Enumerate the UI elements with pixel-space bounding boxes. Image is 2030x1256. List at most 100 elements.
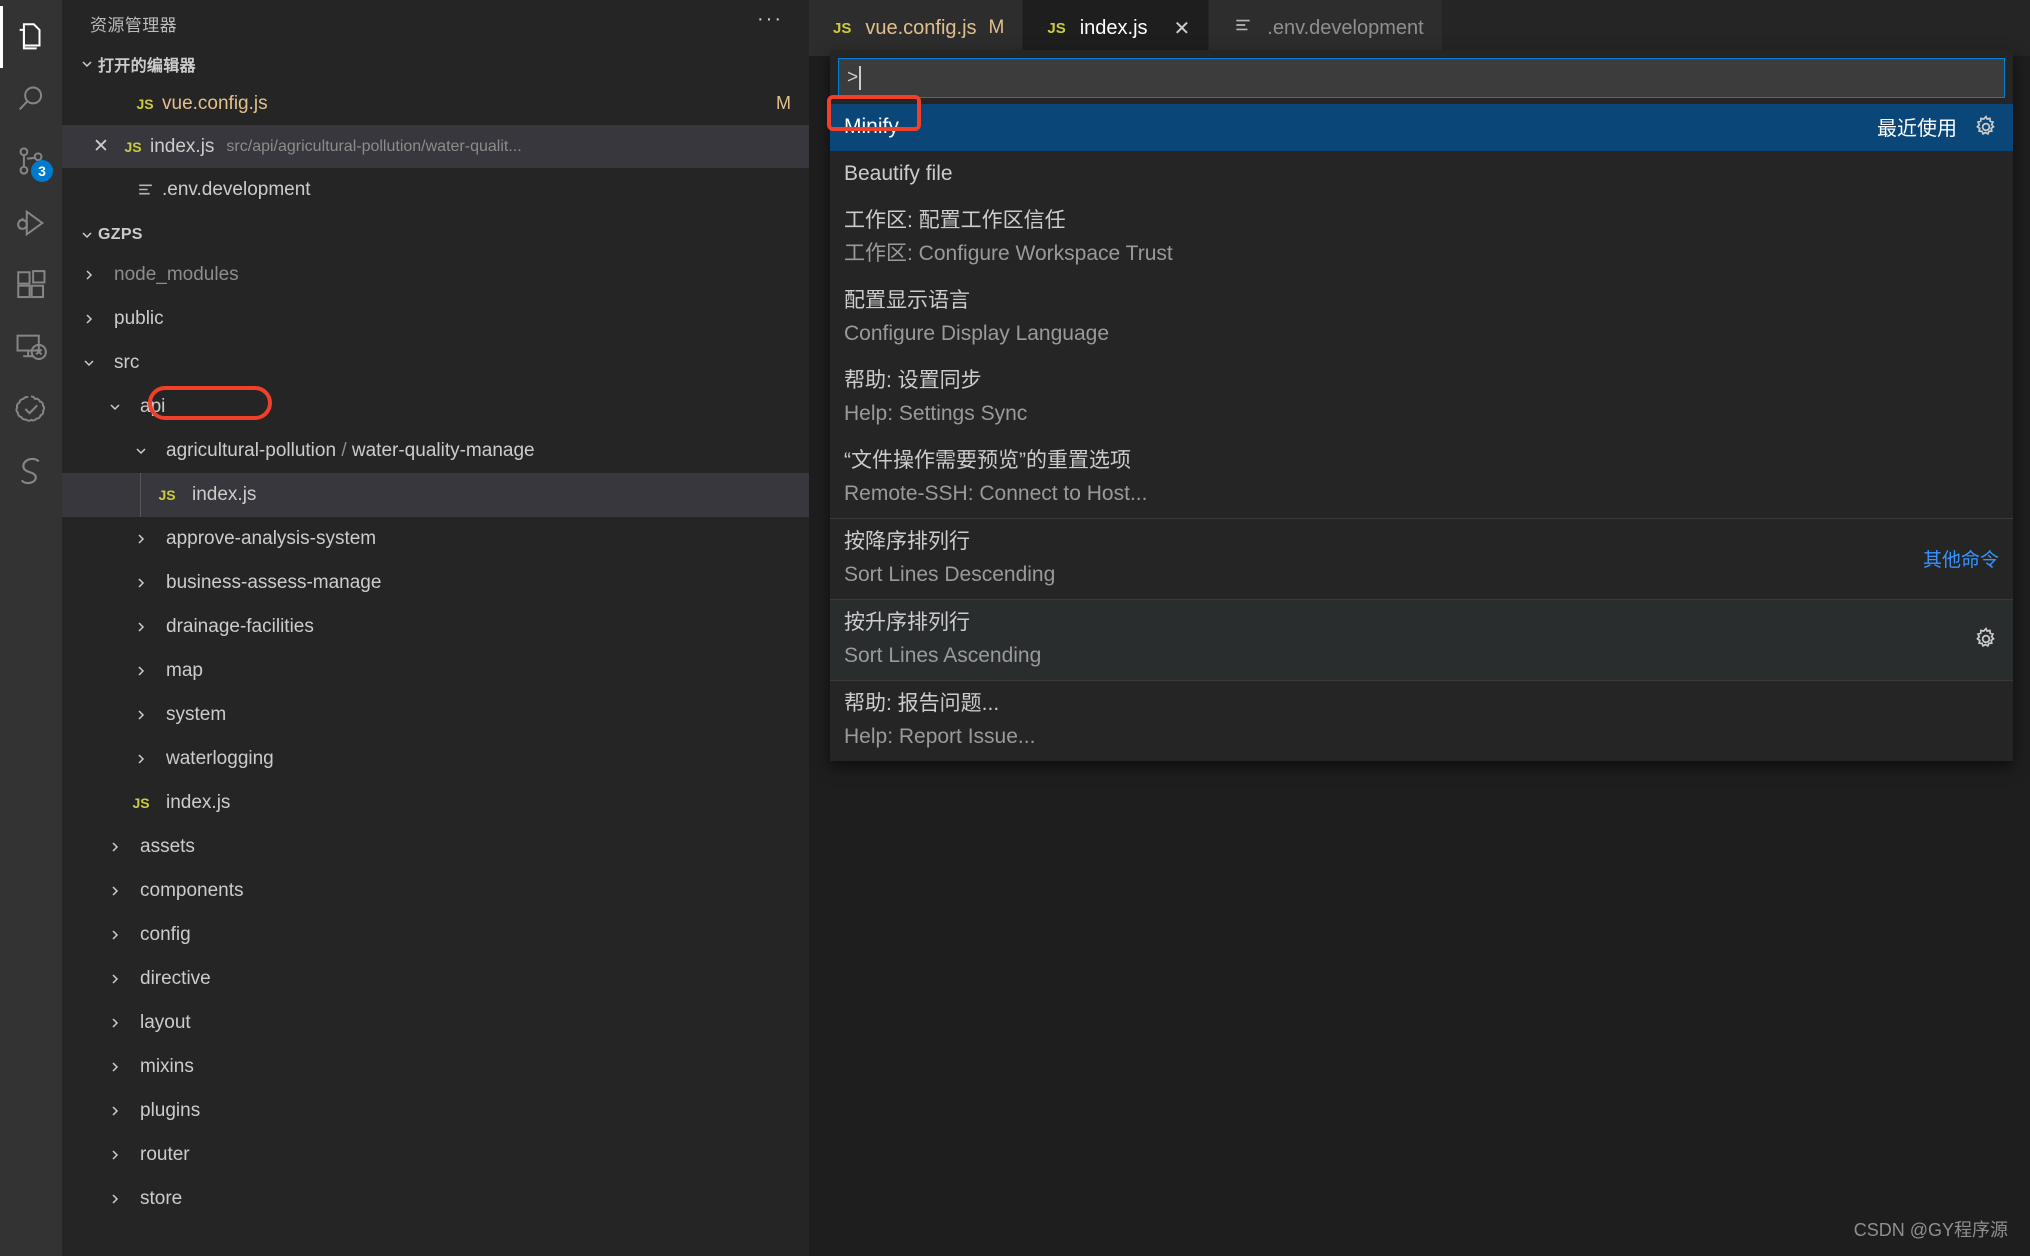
project-section-header[interactable]: GZPS [62, 217, 809, 253]
chevron-right-icon [102, 971, 128, 987]
command-palette-input-wrapper: > [830, 50, 2013, 104]
tab-modified-badge: M [988, 17, 1005, 38]
gear-icon[interactable] [1973, 114, 1999, 140]
activity-bar-item-testing[interactable] [0, 378, 62, 440]
open-editor-row[interactable]: JS vue.config.js M [62, 82, 809, 125]
tree-folder-row[interactable]: directive [62, 957, 809, 1001]
tree-folder-row[interactable]: layout [62, 1001, 809, 1045]
tree-folder-row[interactable]: plugins [62, 1089, 809, 1133]
command-palette: > Minify 最近使用 Beautify file 工作区: 配置工作区信任 工作区… [830, 50, 2013, 761]
chevron-right-icon [76, 311, 102, 327]
chevron-right-icon [102, 1103, 128, 1119]
close-icon[interactable]: ✕ [86, 135, 116, 158]
tree-folder-row[interactable]: approve-analysis-system [62, 517, 809, 561]
command-palette-item[interactable]: “文件操作需要预览”的重置选项 Remote-SSH: Connect to Ho… [830, 438, 2013, 518]
tree-folder-row[interactable]: store [62, 1177, 809, 1221]
tree-folder-row[interactable]: router [62, 1133, 809, 1177]
gear-icon[interactable] [1973, 626, 1999, 652]
command-palette-item[interactable]: Minify 最近使用 [830, 104, 2013, 151]
sidebar-more-actions-icon[interactable]: ··· [757, 9, 783, 32]
text-cursor [859, 66, 862, 90]
activity-bar-item-settings-sync[interactable] [0, 440, 62, 502]
tree-item-label: drainage-facilities [166, 616, 314, 637]
tree-folder-row[interactable]: assets [62, 825, 809, 869]
open-editor-row[interactable]: ✕ JS index.js src/api/agricultural-pollu… [62, 125, 809, 168]
activity-bar-item-run-and-debug[interactable] [0, 192, 62, 254]
tree-folder-row[interactable]: agricultural-pollution / water-quality-m… [62, 429, 809, 473]
run-debug-icon [14, 206, 48, 240]
chevron-right-icon [102, 883, 128, 899]
command-item-title: Minify [844, 115, 899, 138]
tree-folder-row[interactable]: config [62, 913, 809, 957]
watermark: CSDN @GY程序源 [1853, 1220, 2008, 1240]
js-file-icon: JS [132, 795, 150, 811]
search-icon [14, 82, 48, 116]
modified-badge: M [776, 93, 791, 113]
settings-file-icon [128, 180, 162, 199]
tree-file-row[interactable]: JS index.js [62, 473, 809, 517]
tree-item-label: public [114, 308, 164, 329]
explorer-sidebar: 资源管理器 ··· 打开的编辑器 JS vue.config.js M ✕ JS… [62, 0, 809, 1256]
command-palette-item[interactable]: 工作区: 配置工作区信任 工作区: Configure Workspace Tru… [830, 198, 2013, 278]
command-item-title: Beautify file [844, 162, 953, 185]
chevron-down-icon [76, 53, 98, 75]
chevron-right-icon [102, 1191, 128, 1207]
command-palette-item[interactable]: Beautify file [830, 151, 2013, 198]
open-editor-row[interactable]: .env.development [62, 168, 809, 211]
activity-bar-item-explorer[interactable] [0, 6, 62, 68]
tree-item-label: node_modules [114, 264, 239, 285]
open-editor-name: vue.config.js [162, 92, 268, 114]
tree-item-label: plugins [140, 1100, 201, 1121]
tree-item-label: src [114, 352, 140, 373]
tree-folder-row[interactable]: api [62, 385, 809, 429]
js-file-icon: JS [158, 487, 176, 503]
command-palette-item[interactable]: 配置显示语言 Configure Display Language [830, 278, 2013, 358]
tree-item-label: index.js [166, 792, 231, 813]
tree-folder-row[interactable]: src [62, 341, 809, 385]
tab-vue-config-js[interactable]: JS vue.config.js M [809, 0, 1024, 56]
activity-bar-item-search[interactable] [0, 68, 62, 130]
command-item-subtitle: 工作区: Configure Workspace Trust [844, 242, 1173, 265]
command-palette-input[interactable]: > [838, 58, 2005, 98]
tree-folder-row[interactable]: components [62, 869, 809, 913]
activity-bar-item-remote-explorer[interactable] [0, 316, 62, 378]
tree-folder-row[interactable]: system [62, 693, 809, 737]
tree-folder-row[interactable]: public [62, 297, 809, 341]
js-file-icon: JS [1047, 19, 1066, 37]
js-file-icon: JS [833, 19, 852, 37]
command-palette-item[interactable]: 帮助: 报告问题... Help: Report Issue... [830, 680, 2013, 761]
chevron-right-icon [128, 663, 154, 679]
command-item-title: 配置显示语言 [844, 289, 970, 312]
tree-item-label: layout [140, 1012, 191, 1033]
open-editors-label: 打开的编辑器 [98, 58, 196, 75]
tree-folder-row[interactable]: map [62, 649, 809, 693]
command-palette-item[interactable]: 按升序排列行 Sort Lines Ascending [830, 599, 2013, 680]
command-item-right: 其他命令 [1903, 545, 1999, 572]
command-palette-item[interactable]: 按降序排列行 Sort Lines Descending 其他命令 [830, 518, 2013, 599]
command-item-title: 按升序排列行 [844, 611, 970, 634]
chevron-right-icon [128, 751, 154, 767]
command-item-subtitle: Sort Lines Ascending [844, 644, 1042, 667]
files-icon [14, 20, 48, 54]
tab-env-development[interactable]: .env.development [1209, 0, 1443, 56]
chevron-right-icon [128, 531, 154, 547]
close-icon[interactable]: ✕ [1174, 16, 1191, 41]
tree-folder-row[interactable]: node_modules [62, 253, 809, 297]
command-group-label: 其他命令 [1922, 549, 1999, 571]
tab-index-js[interactable]: JS index.js ✕ [1023, 0, 1210, 56]
chevron-down-icon [128, 443, 154, 459]
tree-file-row[interactable]: JS index.js [62, 781, 809, 825]
activity-bar-item-source-control[interactable]: 3 [0, 130, 62, 192]
activity-bar-item-extensions[interactable] [0, 254, 62, 316]
tree-folder-row[interactable]: waterlogging [62, 737, 809, 781]
command-item-title: 帮助: 报告问题... [844, 692, 1000, 715]
tree-folder-row[interactable]: drainage-facilities [62, 605, 809, 649]
tree-item-label: router [140, 1144, 190, 1165]
tree-item-label: index.js [192, 484, 257, 505]
tree-folder-row[interactable]: business-assess-manage [62, 561, 809, 605]
tree-folder-row[interactable]: mixins [62, 1045, 809, 1089]
open-editors-section-header[interactable]: 打开的编辑器 [62, 46, 809, 82]
command-palette-item[interactable]: 帮助: 设置同步 Help: Settings Sync [830, 358, 2013, 438]
tab-label: index.js [1079, 16, 1148, 39]
chevron-down-icon [102, 399, 128, 415]
